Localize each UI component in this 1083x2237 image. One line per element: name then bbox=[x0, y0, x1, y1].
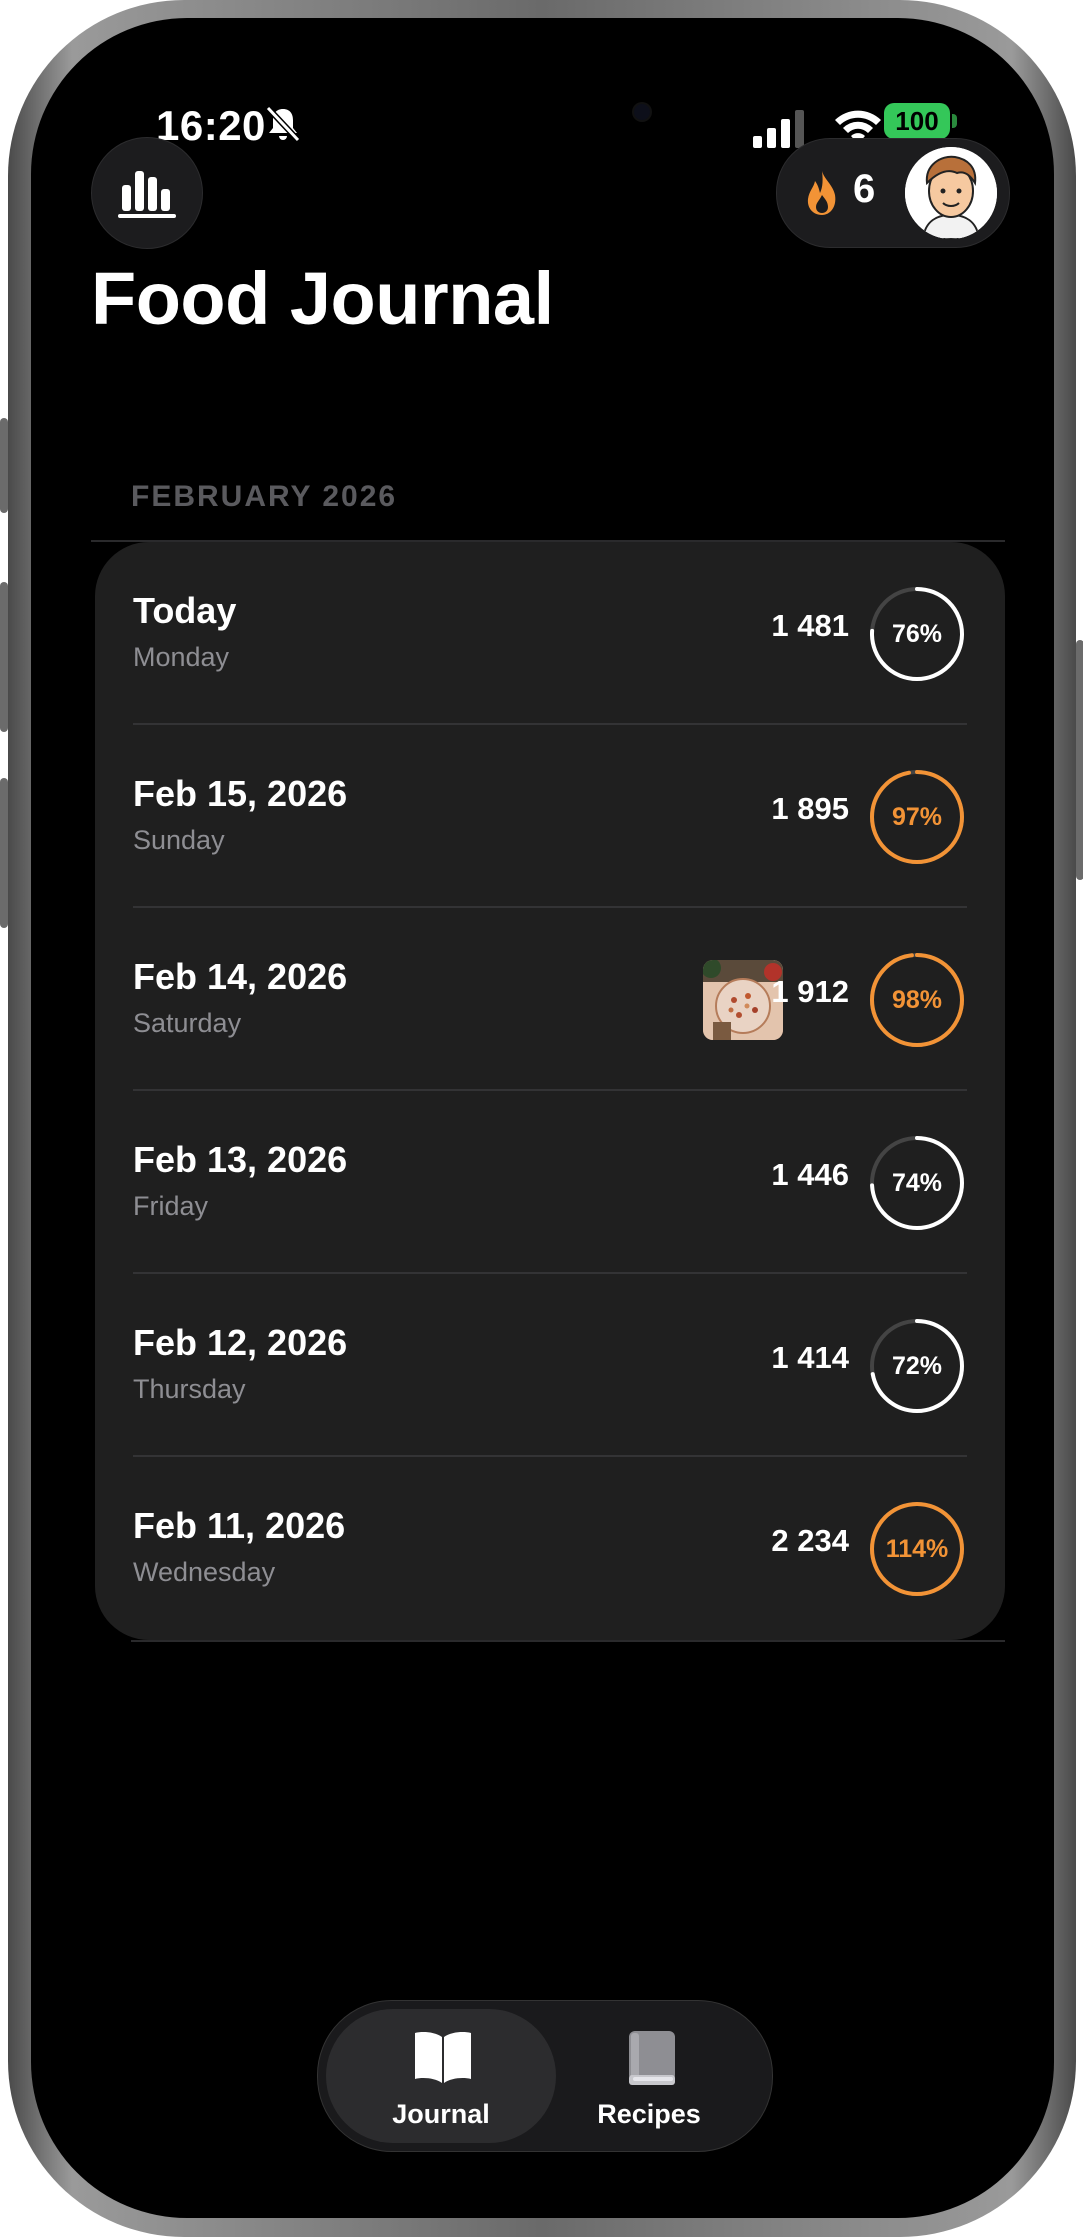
progress-percent: 114% bbox=[885, 1534, 949, 1563]
device-frame: 16:20 100 6 Food Journal FEBRUARY 2026 T… bbox=[0, 0, 1083, 2237]
progress-ring: 72% bbox=[868, 1317, 966, 1415]
section-header: FEBRUARY 2026 bbox=[131, 480, 398, 513]
entry-date: Feb 14, 2026 bbox=[133, 956, 348, 997]
tab-label: Recipes bbox=[597, 2099, 701, 2129]
entry-weekday: Sunday bbox=[133, 825, 225, 855]
entry-weekday: Saturday bbox=[133, 1008, 242, 1038]
journal-entry[interactable]: Feb 15, 2026 Sunday 1 895 97% bbox=[95, 725, 1005, 908]
entry-calories: 1 895 bbox=[771, 791, 849, 826]
screen: 16:20 100 6 Food Journal FEBRUARY 2026 T… bbox=[31, 18, 1054, 2218]
streak-count: 6 bbox=[853, 167, 876, 211]
journal-entry[interactable]: Feb 12, 2026 Thursday 1 414 72% bbox=[95, 1274, 1005, 1457]
journal-entry[interactable]: Feb 14, 2026 Saturday 1 912 98% bbox=[95, 908, 1005, 1091]
tab-label: Journal bbox=[392, 2099, 490, 2129]
entry-date: Feb 15, 2026 bbox=[133, 773, 348, 814]
entry-date: Today bbox=[133, 590, 237, 631]
entry-calories: 1 414 bbox=[771, 1340, 849, 1375]
journal-entry[interactable]: Feb 11, 2026 Wednesday 2 234 114% bbox=[95, 1457, 1005, 1640]
entry-weekday: Monday bbox=[133, 642, 230, 672]
entry-date: Feb 12, 2026 bbox=[133, 1322, 348, 1363]
tab-recipes[interactable]: Recipes bbox=[534, 2009, 764, 2143]
divider bbox=[131, 1640, 1005, 1642]
volume-up-button bbox=[0, 582, 8, 732]
avatar[interactable] bbox=[905, 147, 997, 239]
progress-percent: 76% bbox=[891, 619, 943, 648]
progress-percent: 72% bbox=[891, 1351, 943, 1380]
stats-button[interactable] bbox=[91, 137, 203, 249]
action-button bbox=[0, 418, 8, 513]
journal-list: Today Monday 1 481 76% Feb 15, 2026 Sund… bbox=[95, 542, 1005, 1640]
battery-nub bbox=[952, 114, 957, 128]
entry-calories: 1 912 bbox=[771, 974, 849, 1009]
battery-icon: 100 bbox=[884, 103, 950, 139]
flame-icon bbox=[807, 171, 836, 215]
entry-weekday: Thursday bbox=[133, 1374, 246, 1404]
tab-bar: Journal Recipes bbox=[317, 2000, 773, 2152]
entry-date: Feb 13, 2026 bbox=[133, 1139, 348, 1180]
progress-percent: 97% bbox=[891, 802, 943, 831]
dynamic-island bbox=[439, 70, 651, 128]
camera-dot bbox=[634, 104, 650, 120]
journal-entry[interactable]: Today Monday 1 481 76% bbox=[95, 542, 1005, 725]
entry-calories: 1 481 bbox=[771, 608, 849, 643]
bell-slash-icon bbox=[265, 105, 301, 143]
signal-icon bbox=[753, 110, 804, 148]
entry-date: Feb 11, 2026 bbox=[133, 1505, 346, 1546]
progress-ring: 114% bbox=[868, 1500, 966, 1598]
entry-calories: 2 234 bbox=[771, 1523, 849, 1558]
progress-percent: 98% bbox=[891, 985, 943, 1014]
progress-ring: 97% bbox=[868, 768, 966, 866]
volume-down-button bbox=[0, 778, 8, 928]
power-button bbox=[1076, 640, 1083, 880]
progress-ring: 76% bbox=[868, 585, 966, 683]
entry-weekday: Wednesday bbox=[133, 1557, 276, 1587]
progress-ring: 74% bbox=[868, 1134, 966, 1232]
avatar-illustration bbox=[905, 147, 997, 239]
streak-button[interactable]: 6 bbox=[776, 138, 1010, 248]
entry-calories: 1 446 bbox=[771, 1157, 849, 1192]
bar-chart-icon bbox=[118, 171, 176, 218]
tab-journal[interactable]: Journal bbox=[326, 2009, 556, 2143]
page-title: Food Journal bbox=[91, 257, 554, 340]
progress-ring: 98% bbox=[868, 951, 966, 1049]
progress-percent: 74% bbox=[891, 1168, 943, 1197]
book-closed-icon bbox=[629, 2031, 675, 2085]
entry-weekday: Friday bbox=[133, 1191, 209, 1221]
book-open-icon bbox=[415, 2032, 471, 2083]
journal-entry[interactable]: Feb 13, 2026 Friday 1 446 74% bbox=[95, 1091, 1005, 1274]
